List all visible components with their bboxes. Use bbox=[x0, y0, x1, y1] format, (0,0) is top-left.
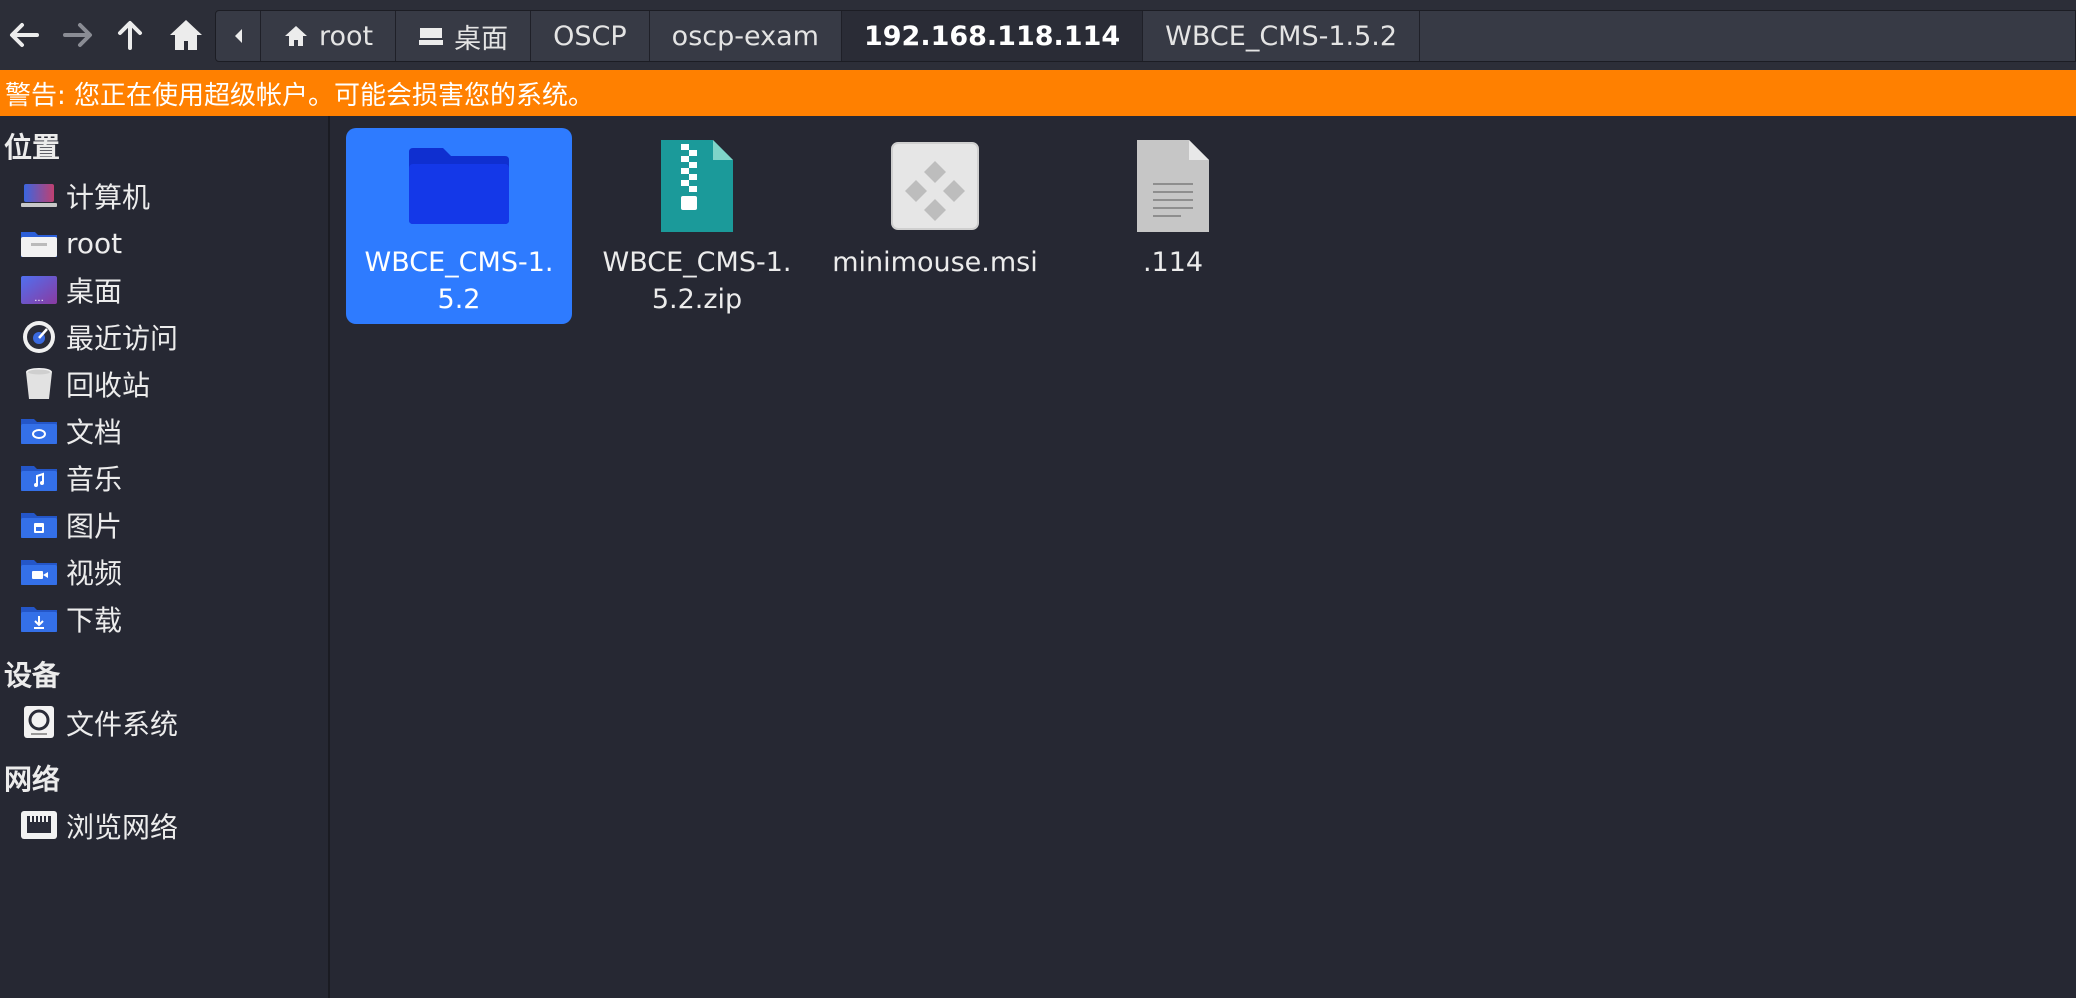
music-folder-icon bbox=[18, 460, 60, 496]
breadcrumb-empty-area bbox=[1420, 11, 2075, 61]
sidebar-item-label: 桌面 bbox=[66, 275, 123, 308]
sidebar-item-label: root bbox=[66, 226, 123, 260]
file-item-text[interactable]: .114 bbox=[1060, 128, 1286, 324]
sidebar-item-documents[interactable]: 文档 bbox=[18, 411, 122, 451]
text-file-icon bbox=[1135, 138, 1211, 234]
breadcrumb-item-oscp[interactable]: OSCP bbox=[531, 11, 650, 61]
sidebar-item-label: 下载 bbox=[66, 604, 123, 637]
sidebar-item-label: 文件系统 bbox=[66, 708, 179, 741]
caret-left-icon bbox=[235, 29, 242, 43]
arrow-left-icon bbox=[10, 23, 39, 47]
sidebar-item-desktop[interactable]: ... 桌面 bbox=[18, 270, 122, 310]
home-icon bbox=[170, 20, 202, 50]
file-item-folder[interactable]: WBCE_CMS-1.5.2 bbox=[346, 128, 572, 324]
sidebar-item-label: 视频 bbox=[66, 557, 123, 590]
sidebar-item-label: 音乐 bbox=[66, 463, 123, 496]
sidebar-item-label: 文档 bbox=[66, 416, 123, 449]
network-section-title: 网络 bbox=[4, 763, 61, 796]
breadcrumb-label: 192.168.118.114 bbox=[863, 20, 1121, 52]
breadcrumb: root 桌面 OSCP oscp-exam 192.168.118.114 W… bbox=[215, 10, 2076, 62]
sidebar-item-recent[interactable]: 最近访问 bbox=[18, 317, 178, 357]
drive-icon bbox=[18, 705, 60, 741]
breadcrumb-item-desktop[interactable]: 桌面 bbox=[396, 11, 532, 61]
breadcrumb-label: root bbox=[319, 20, 374, 52]
places-section-title: 位置 bbox=[4, 131, 61, 164]
file-name: .114 bbox=[1142, 247, 1204, 278]
file-name: minimouse.msi bbox=[832, 247, 1038, 278]
home-folder-icon bbox=[18, 225, 60, 261]
file-item-zip[interactable]: WBCE_CMS-1.5.2.zip bbox=[584, 128, 810, 324]
sidebar-item-downloads[interactable]: 下载 bbox=[18, 599, 122, 639]
network-icon bbox=[18, 808, 60, 844]
sidebar-item-filesystem[interactable]: 文件系统 bbox=[18, 703, 178, 743]
sidebar-item-videos[interactable]: 视频 bbox=[18, 552, 122, 592]
sidebar: 位置 计算机 root ... 桌面 最近访问 回收站 文档 音乐 图片 视频 … bbox=[0, 116, 330, 998]
file-item-msi[interactable]: minimouse.msi bbox=[822, 128, 1048, 324]
breadcrumb-item-current[interactable]: 192.168.118.114 bbox=[841, 11, 1144, 61]
breadcrumb-label: OSCP bbox=[553, 20, 627, 52]
back-button[interactable] bbox=[0, 10, 48, 60]
computer-icon bbox=[18, 178, 60, 214]
zip-archive-icon bbox=[659, 138, 735, 234]
breadcrumb-label: oscp-exam bbox=[671, 20, 819, 52]
sidebar-item-browse-network[interactable]: 浏览网络 bbox=[18, 806, 178, 846]
sidebar-item-label: 图片 bbox=[66, 510, 123, 543]
warning-text: 警告: 您正在使用超级帐户。可能会损害您的系统。 bbox=[5, 80, 595, 111]
documents-folder-icon bbox=[18, 413, 60, 449]
superuser-warning-bar: 警告: 您正在使用超级帐户。可能会损害您的系统。 bbox=[0, 70, 2076, 116]
forward-button[interactable] bbox=[54, 10, 102, 60]
recent-icon bbox=[18, 319, 60, 355]
home-button[interactable] bbox=[162, 10, 210, 60]
downloads-folder-icon bbox=[18, 601, 60, 637]
file-name: WBCE_CMS-1.5.2 bbox=[364, 247, 554, 315]
arrow-right-icon bbox=[63, 23, 92, 47]
sidebar-item-label: 回收站 bbox=[66, 369, 151, 402]
folder-icon bbox=[407, 138, 511, 234]
file-name: WBCE_CMS-1.5.2.zip bbox=[602, 247, 792, 315]
desktop-icon: ... bbox=[18, 272, 60, 308]
trash-icon bbox=[18, 366, 60, 402]
desktop-icon bbox=[418, 25, 444, 47]
msi-package-icon bbox=[890, 138, 980, 234]
svg-text:...: ... bbox=[34, 293, 44, 304]
sidebar-item-label: 计算机 bbox=[66, 181, 151, 214]
breadcrumb-scroll-left-button[interactable] bbox=[216, 11, 261, 61]
sidebar-item-pictures[interactable]: 图片 bbox=[18, 505, 122, 545]
videos-folder-icon bbox=[18, 554, 60, 590]
devices-section-title: 设备 bbox=[4, 659, 61, 692]
breadcrumb-label: WBCE_CMS-1.5.2 bbox=[1165, 20, 1398, 52]
breadcrumb-item-oscp-exam[interactable]: oscp-exam bbox=[650, 11, 842, 61]
pictures-folder-icon bbox=[18, 507, 60, 543]
breadcrumb-item-wbce[interactable]: WBCE_CMS-1.5.2 bbox=[1143, 11, 1421, 61]
sidebar-item-root[interactable]: root bbox=[18, 223, 122, 263]
sidebar-item-label: 最近访问 bbox=[66, 322, 179, 355]
sidebar-item-label: 浏览网络 bbox=[66, 811, 179, 844]
toolbar: root 桌面 OSCP oscp-exam 192.168.118.114 W… bbox=[0, 0, 2076, 70]
breadcrumb-item-root[interactable]: root bbox=[261, 11, 397, 61]
sidebar-item-trash[interactable]: 回收站 bbox=[18, 364, 150, 404]
up-button[interactable] bbox=[106, 10, 154, 60]
file-view[interactable]: WBCE_CMS-1.5.2 WBCE_CMS-1.5.2.zip minimo… bbox=[332, 116, 2076, 998]
home-icon bbox=[283, 24, 309, 48]
sidebar-item-computer[interactable]: 计算机 bbox=[18, 176, 150, 216]
sidebar-item-music[interactable]: 音乐 bbox=[18, 458, 122, 498]
arrow-up-icon bbox=[118, 21, 142, 50]
breadcrumb-label: 桌面 bbox=[454, 23, 509, 55]
